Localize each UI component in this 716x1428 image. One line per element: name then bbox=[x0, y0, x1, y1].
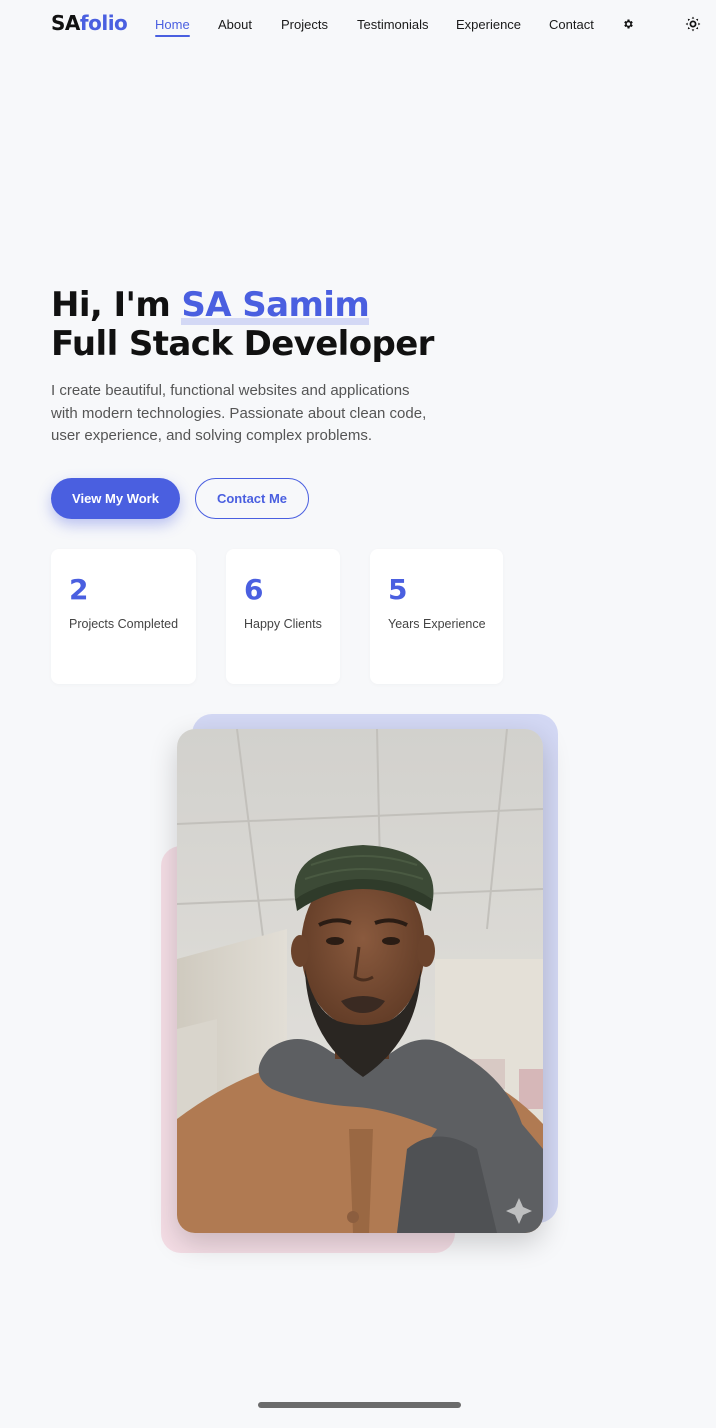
hero-role: Full Stack Developer bbox=[51, 324, 434, 364]
stat-value: 6 bbox=[244, 573, 264, 606]
stat-card-projects: 2 Projects Completed bbox=[51, 549, 196, 684]
nav-link-testimonials[interactable]: Testimonials bbox=[357, 17, 429, 32]
profile-photo bbox=[177, 729, 543, 1233]
nav-link-experience[interactable]: Experience bbox=[456, 17, 521, 32]
view-my-work-button[interactable]: View My Work bbox=[51, 478, 180, 519]
hero-description: I create beautiful, functional websites … bbox=[51, 382, 427, 445]
stat-value: 5 bbox=[388, 573, 408, 606]
gear-icon[interactable] bbox=[621, 17, 635, 31]
stat-value: 2 bbox=[69, 573, 89, 606]
sun-icon[interactable] bbox=[684, 15, 702, 33]
stat-card-clients: 6 Happy Clients bbox=[226, 549, 340, 684]
hero-greeting: Hi, I'm bbox=[51, 285, 171, 325]
stat-card-experience: 5 Years Experience bbox=[370, 549, 503, 684]
nav-link-contact[interactable]: Contact bbox=[549, 17, 594, 32]
nav-link-projects[interactable]: Projects bbox=[281, 17, 328, 32]
sun-icon-glyph bbox=[685, 16, 701, 32]
hero-title: Hi, I'm SA Samim Full Stack Developer bbox=[51, 285, 434, 364]
logo[interactable]: SAfolio bbox=[51, 11, 128, 35]
nav-link-home[interactable]: Home bbox=[155, 17, 190, 37]
hero-name: SA Samim bbox=[181, 285, 370, 325]
profile-photo-illustration bbox=[177, 729, 543, 1233]
gear-icon-glyph bbox=[624, 19, 633, 29]
stat-label: Happy Clients bbox=[244, 617, 322, 631]
stat-label: Projects Completed bbox=[69, 617, 179, 631]
scroll-indicator[interactable] bbox=[258, 1402, 461, 1408]
nav-link-about[interactable]: About bbox=[218, 17, 252, 32]
navbar: SAfolio Home About Projects Testimonials… bbox=[0, 0, 716, 48]
contact-me-button[interactable]: Contact Me bbox=[195, 478, 309, 519]
stat-label: Years Experience bbox=[388, 617, 486, 631]
